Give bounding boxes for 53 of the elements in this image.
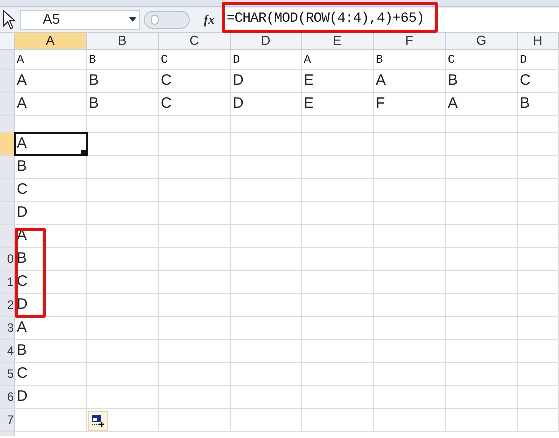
grid-cell[interactable]: A bbox=[15, 50, 87, 69]
pointer-cursor-icon bbox=[3, 10, 17, 30]
name-box[interactable]: A5 bbox=[20, 10, 140, 30]
grid-cell[interactable]: A bbox=[302, 50, 374, 69]
grid-cell[interactable]: D bbox=[231, 50, 302, 69]
row-header[interactable]: 4 bbox=[0, 340, 15, 362]
grid-cell[interactable]: C bbox=[159, 50, 231, 69]
splitter-handle[interactable] bbox=[144, 10, 190, 28]
grid-cell[interactable]: B bbox=[87, 50, 159, 69]
row-header[interactable]: 7 bbox=[0, 409, 15, 431]
grid-cell[interactable]: C bbox=[15, 271, 87, 293]
grid-cell[interactable]: E bbox=[302, 70, 374, 92]
grid-cell[interactable]: B bbox=[87, 70, 159, 92]
grid-cell[interactable]: D bbox=[15, 386, 87, 408]
grid-cell[interactable]: B bbox=[15, 340, 87, 362]
paste-options-icon bbox=[91, 414, 105, 428]
grid-cell[interactable]: A bbox=[15, 317, 87, 339]
grid-cell[interactable]: A bbox=[15, 93, 87, 115]
grid-cell[interactable]: C bbox=[15, 363, 87, 385]
grid-cell[interactable]: C bbox=[518, 70, 559, 92]
row-header[interactable]: 0 bbox=[0, 248, 15, 270]
row-header[interactable]: 3 bbox=[0, 317, 15, 339]
grid-cell[interactable]: D bbox=[231, 93, 302, 115]
grid-cell[interactable]: A bbox=[15, 70, 87, 92]
dropdown-caret-icon bbox=[129, 17, 137, 22]
grid-cell[interactable]: E bbox=[302, 93, 374, 115]
formula-field[interactable]: =CHAR(MOD(ROW(4:4),4)+65) bbox=[220, 8, 559, 32]
grid-cell[interactable]: C bbox=[15, 179, 87, 201]
paste-options-popup[interactable] bbox=[88, 411, 108, 431]
row-header[interactable]: 5 bbox=[0, 363, 15, 385]
grid-cell[interactable]: A bbox=[374, 70, 446, 92]
grid-cell[interactable]: D bbox=[15, 202, 87, 224]
grid-cell[interactable]: F bbox=[374, 93, 446, 115]
insert-function-button[interactable]: fx bbox=[204, 10, 215, 30]
grid-cell[interactable]: B bbox=[518, 93, 559, 115]
grid-cell[interactable]: B bbox=[374, 50, 446, 69]
row-header[interactable] bbox=[0, 133, 15, 155]
grid-cell[interactable]: A bbox=[446, 93, 518, 115]
grid-cell[interactable]: C bbox=[446, 50, 518, 69]
active-cell[interactable]: A bbox=[15, 133, 87, 155]
grid-cell[interactable]: B bbox=[15, 156, 87, 178]
grid-cell[interactable]: B bbox=[87, 93, 159, 115]
column-header[interactable]: A bbox=[15, 33, 87, 49]
grid-cell[interactable]: C bbox=[159, 93, 231, 115]
grid-cell[interactable]: D bbox=[15, 294, 87, 316]
grid-cell[interactable]: B bbox=[446, 70, 518, 92]
row-header[interactable]: 2 bbox=[0, 294, 15, 316]
grid-cell[interactable]: B bbox=[15, 248, 87, 270]
grid-cell[interactable]: D bbox=[231, 70, 302, 92]
grid-cell[interactable]: C bbox=[159, 70, 231, 92]
grid-cell[interactable]: D bbox=[518, 50, 559, 69]
row-header[interactable]: 6 bbox=[0, 386, 15, 408]
row-header[interactable]: 1 bbox=[0, 271, 15, 293]
